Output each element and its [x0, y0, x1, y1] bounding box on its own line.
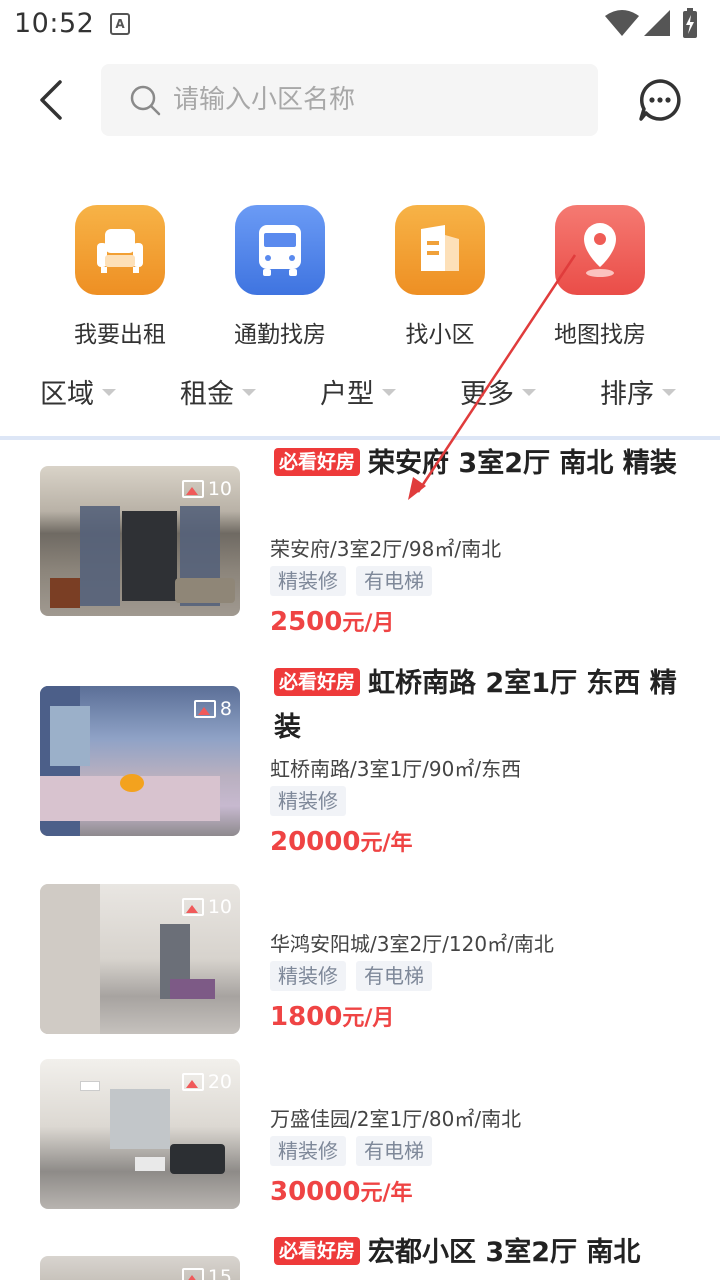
featured-badge: 必看好房	[274, 448, 361, 476]
photo-count: 8	[193, 698, 232, 720]
status-time: 10:52	[14, 8, 95, 39]
listing-price: 30000元/年	[270, 1177, 413, 1207]
listing-tags: 精装修 有电梯	[270, 566, 432, 596]
tag: 有电梯	[356, 566, 432, 596]
listing-tags: 精装修 有电梯	[270, 1136, 432, 1166]
listing-photo: 15	[40, 1256, 240, 1280]
listing-tags: 精装修 有电梯	[270, 961, 432, 991]
listing-title: 必看好房 荣安府 3室2厅 南北 精装	[274, 442, 684, 486]
divider	[0, 436, 720, 440]
wifi-icon	[605, 10, 639, 36]
tag: 精装修	[270, 1136, 346, 1166]
quick-action-find-community[interactable]: 找小区	[370, 205, 510, 349]
building-icon	[395, 205, 485, 295]
featured-badge: 必看好房	[274, 1237, 361, 1265]
quick-action-label: 我要出租	[74, 322, 166, 348]
listing-price: 20000元/年	[270, 827, 413, 857]
map-pin-icon	[555, 205, 645, 295]
photo-count: 15	[181, 1266, 232, 1280]
quick-action-label: 通勤找房	[234, 322, 326, 348]
image-icon	[181, 1073, 204, 1091]
notification-icon: A	[110, 13, 130, 35]
listing-price: 1800元/月	[270, 1002, 395, 1032]
filter-label: 区域	[40, 379, 94, 410]
sofa-icon	[75, 205, 165, 295]
quick-action-rent-out[interactable]: 我要出租	[50, 205, 190, 349]
search-icon	[130, 85, 161, 116]
photo-count: 10	[181, 896, 232, 918]
filter-bar: 区域 租金 户型 更多 排序	[0, 364, 720, 424]
signal-icon	[644, 10, 670, 36]
listing-title: 必看好房 虹桥南路 2室1厅 东西 精装	[274, 668, 677, 743]
listing-tags: 精装修	[270, 786, 346, 816]
image-icon	[193, 700, 216, 718]
caret-down-icon	[242, 389, 256, 396]
message-icon[interactable]	[638, 78, 682, 122]
listing-title: 必看好房 宏都小区 3室2厅 南北	[274, 1231, 684, 1275]
tag: 精装修	[270, 961, 346, 991]
caret-down-icon	[382, 389, 396, 396]
quick-action-label: 找小区	[405, 322, 475, 348]
quick-action-commute[interactable]: 通勤找房	[210, 205, 350, 349]
search-box[interactable]	[101, 64, 598, 136]
tag: 有电梯	[356, 961, 432, 991]
tag: 精装修	[270, 566, 346, 596]
battery-icon	[683, 8, 697, 38]
search-input[interactable]	[173, 64, 573, 136]
filter-area[interactable]: 区域	[40, 372, 116, 411]
listing-summary: 华鸿安阳城/3室2厅/120㎡/南北	[270, 932, 554, 956]
listing-photo: 10	[40, 884, 240, 1034]
listing-price: 2500元/月	[270, 607, 395, 637]
filter-label: 户型	[320, 379, 374, 410]
photo-count: 20	[181, 1071, 232, 1093]
caret-down-icon	[662, 389, 676, 396]
quick-actions: 我要出租 通勤找房 找小区 地图找房	[0, 205, 720, 348]
bus-icon	[235, 205, 325, 295]
listing-photo: 20	[40, 1059, 240, 1209]
image-icon	[181, 898, 204, 916]
image-icon	[181, 480, 204, 498]
status-bar: 10:52 A	[0, 0, 720, 48]
caret-down-icon	[102, 389, 116, 396]
listing-summary: 荣安府/3室2厅/98㎡/南北	[270, 537, 502, 561]
caret-down-icon	[522, 389, 536, 396]
quick-action-label: 地图找房	[554, 322, 646, 348]
filter-layout[interactable]: 户型	[320, 372, 396, 411]
listing-photo: 8	[40, 686, 240, 836]
filter-label: 排序	[600, 379, 654, 410]
filter-rent[interactable]: 租金	[180, 372, 256, 411]
filter-more[interactable]: 更多	[460, 372, 536, 411]
filter-label: 租金	[180, 379, 234, 410]
image-icon	[181, 1268, 204, 1280]
filter-label: 更多	[460, 379, 514, 410]
tag: 有电梯	[356, 1136, 432, 1166]
filter-sort[interactable]: 排序	[600, 372, 676, 411]
listing-summary: 虹桥南路/3室1厅/90㎡/东西	[270, 757, 522, 781]
photo-count: 10	[181, 478, 232, 500]
back-icon[interactable]	[30, 78, 74, 122]
tag: 精装修	[270, 786, 346, 816]
top-bar	[0, 64, 720, 136]
listing-summary: 万盛佳园/2室1厅/80㎡/南北	[270, 1107, 522, 1131]
listing-photo: 10	[40, 466, 240, 616]
quick-action-map[interactable]: 地图找房	[530, 205, 670, 349]
featured-badge: 必看好房	[274, 668, 361, 696]
